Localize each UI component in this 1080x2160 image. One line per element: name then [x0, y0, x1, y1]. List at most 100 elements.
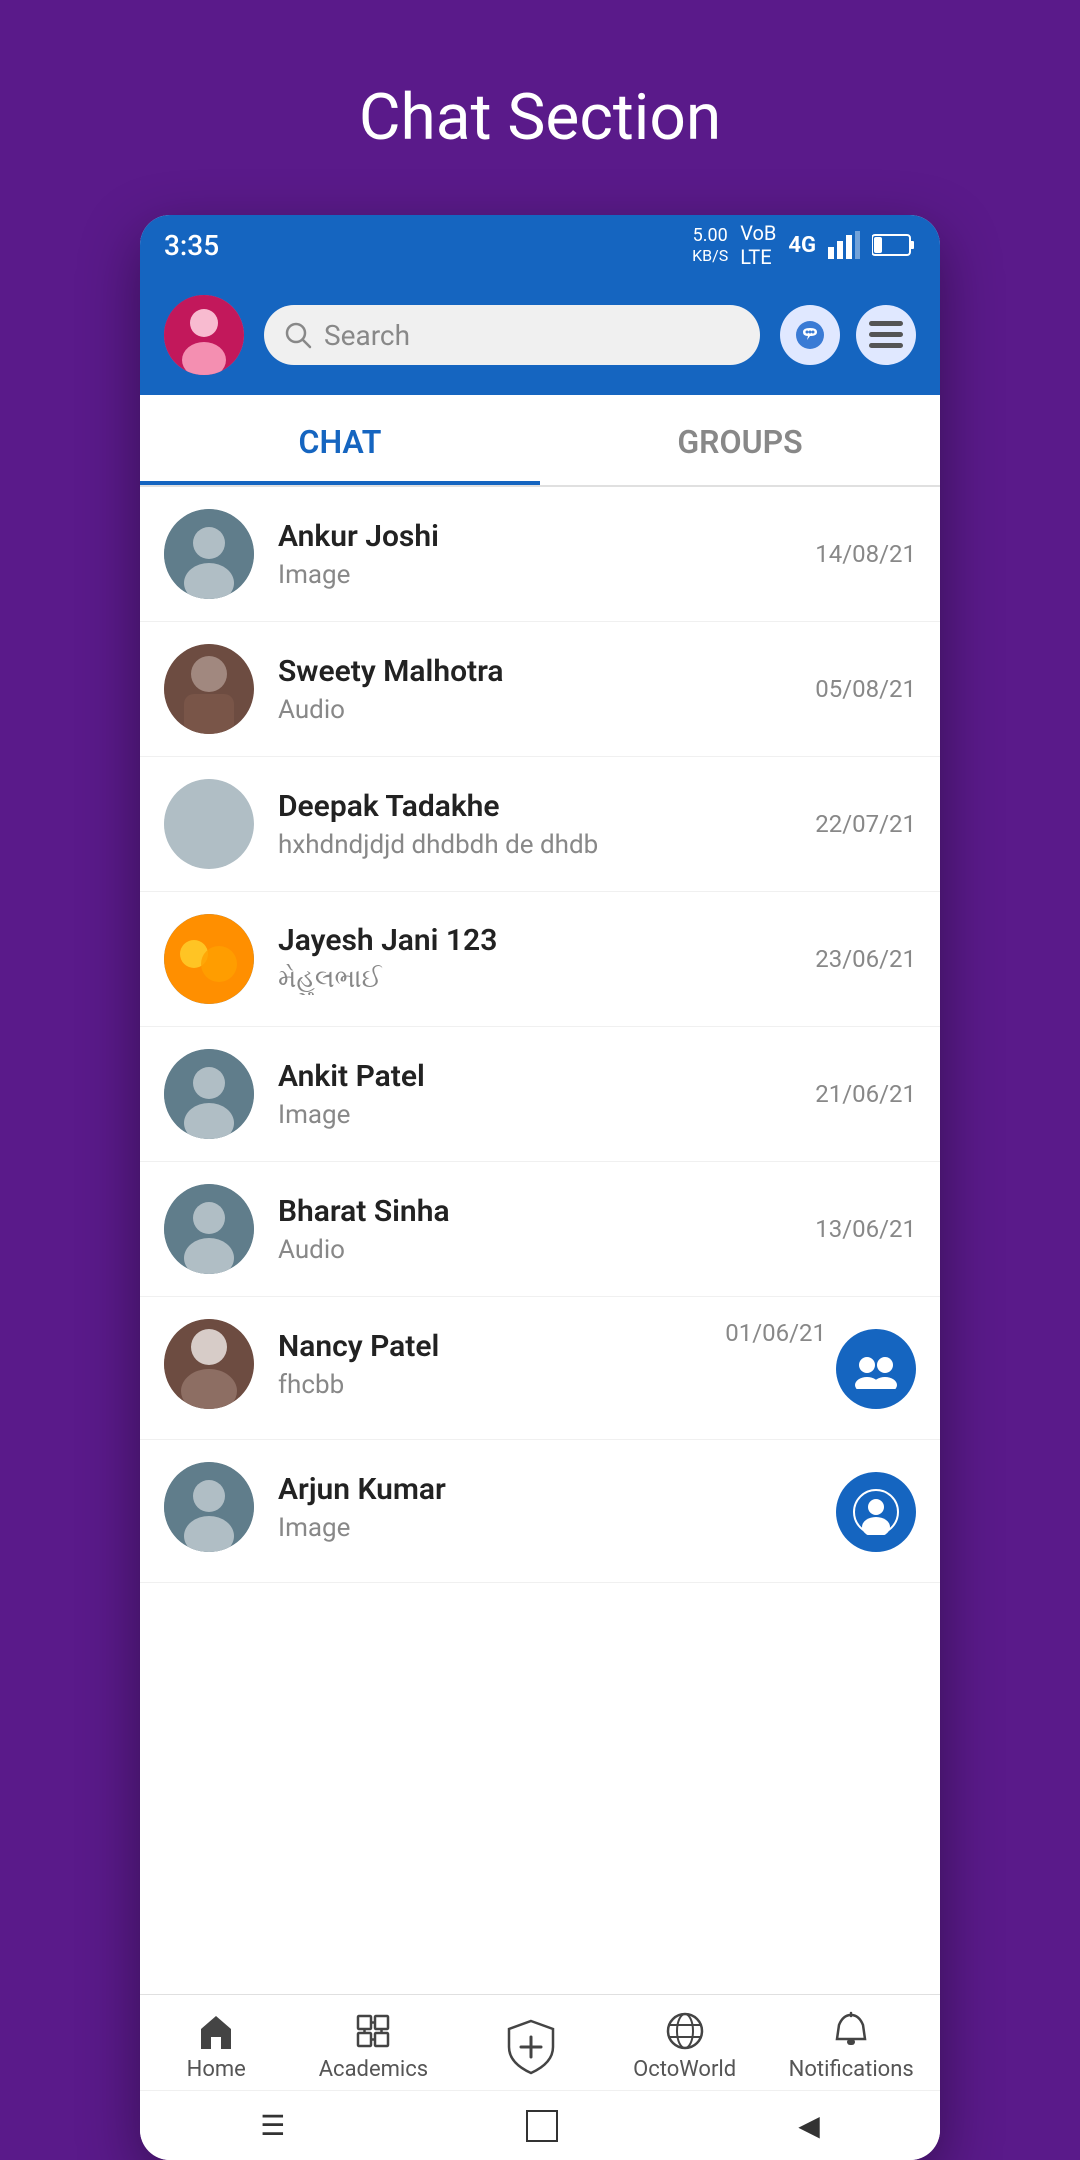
- user-avatar[interactable]: [164, 295, 244, 375]
- avatar: [164, 1049, 254, 1139]
- chat-info: Ankit Patel Image: [278, 1059, 803, 1130]
- list-item[interactable]: Nancy Patel fhcbb 01/06/21: [140, 1297, 940, 1440]
- signal-icon: [828, 231, 860, 259]
- chat-info: Arjun Kumar Image: [278, 1472, 824, 1543]
- avatar-img: [164, 644, 254, 734]
- nav-home[interactable]: Home: [166, 2011, 266, 2082]
- avatar-img: [164, 779, 254, 869]
- chat-preview: fhcbb: [278, 1370, 824, 1400]
- chat-date-person: [836, 1462, 916, 1552]
- message-icon-btn[interactable]: [780, 305, 840, 365]
- nav-academics[interactable]: Academics: [319, 2011, 428, 2082]
- nav-notifications[interactable]: Notifications: [789, 2011, 914, 2082]
- search-bar[interactable]: Search: [264, 305, 760, 365]
- page-title: Chat Section: [359, 80, 721, 155]
- chat-date: 13/06/21: [815, 1215, 916, 1243]
- nav-notifications-label: Notifications: [789, 2057, 914, 2082]
- chat-date: 21/06/21: [815, 1080, 916, 1108]
- chat-preview: Audio: [278, 695, 803, 725]
- search-placeholder: Search: [324, 319, 410, 352]
- chat-name: Ankit Patel: [278, 1059, 803, 1094]
- list-item[interactable]: Arjun Kumar Image: [140, 1440, 940, 1583]
- home-icon: [196, 2011, 236, 2051]
- chat-preview: Audio: [278, 1235, 803, 1265]
- chat-date: 14/08/21: [815, 540, 916, 568]
- chat-preview: મેહુલભાઈ: [278, 964, 803, 995]
- speed-indicator: 5.00 KB/S: [692, 225, 728, 266]
- chat-preview: Image: [278, 560, 803, 590]
- search-icon: [284, 321, 312, 349]
- 4g-icon: 4G: [788, 233, 816, 258]
- tab-groups[interactable]: GROUPS: [540, 395, 940, 485]
- chat-list: Ankur Joshi Image 14/08/21 Sweety Malhot…: [140, 487, 940, 1994]
- avatar: [164, 914, 254, 1004]
- list-item[interactable]: Bharat Sinha Audio 13/06/21: [140, 1162, 940, 1297]
- header-actions: [780, 305, 916, 365]
- chat-name: Deepak Tadakhe: [278, 789, 803, 824]
- chat-name: Ankur Joshi: [278, 519, 803, 554]
- academics-icon: [353, 2011, 393, 2051]
- avatar: [164, 1462, 254, 1552]
- avatar: [164, 644, 254, 734]
- list-item[interactable]: Sweety Malhotra Audio 05/08/21: [140, 622, 940, 757]
- globe-icon: [665, 2011, 705, 2051]
- message-icon: [793, 318, 827, 352]
- status-icons: 5.00 KB/S VoBLTE 4G: [692, 221, 916, 269]
- list-item[interactable]: Deepak Tadakhe hxhdndjdjd dhdbdh de dhdb…: [140, 757, 940, 892]
- chat-info: Sweety Malhotra Audio: [278, 654, 803, 725]
- phone-frame: 3:35 5.00 KB/S VoBLTE 4G: [140, 215, 940, 2160]
- android-back-icon[interactable]: ◀: [798, 2109, 820, 2142]
- person-icon: [164, 509, 254, 599]
- nav-academics-label: Academics: [319, 2057, 428, 2082]
- list-item[interactable]: Ankur Joshi Image 14/08/21: [140, 487, 940, 622]
- avatar-img: [164, 914, 254, 1004]
- android-menu-icon[interactable]: ☰: [260, 2109, 285, 2142]
- tabs-bar: CHAT GROUPS: [140, 395, 940, 487]
- android-home-icon[interactable]: [526, 2110, 558, 2142]
- network-indicator: VoBLTE: [740, 221, 776, 269]
- chat-name: Arjun Kumar: [278, 1472, 824, 1507]
- avatar: [164, 509, 254, 599]
- bottom-nav: Home Academics: [140, 1994, 940, 2090]
- person-icon: [164, 1049, 254, 1139]
- menu-icon-btn[interactable]: [856, 305, 916, 365]
- add-shield-icon: [501, 2017, 561, 2077]
- chat-name: Jayesh Jani 123: [278, 923, 803, 958]
- battery-icon: [872, 233, 916, 257]
- person-icon: [164, 1462, 254, 1552]
- nav-add[interactable]: [481, 2017, 581, 2077]
- chat-name: Sweety Malhotra: [278, 654, 803, 689]
- person-icon: [164, 1184, 254, 1274]
- bell-icon: [831, 2011, 871, 2051]
- tab-chat[interactable]: CHAT: [140, 395, 540, 485]
- chat-info: Bharat Sinha Audio: [278, 1194, 803, 1265]
- fab-group-button[interactable]: [836, 1329, 916, 1409]
- chat-date: 01/06/21: [725, 1319, 826, 1347]
- chat-date: 22/07/21: [815, 810, 916, 838]
- group-icon: [851, 1349, 901, 1389]
- chat-info: Ankur Joshi Image: [278, 519, 803, 590]
- chat-preview: hxhdndjdjd dhdbdh de dhdb: [278, 830, 803, 860]
- nav-octoworld[interactable]: OctoWorld: [633, 2011, 736, 2082]
- chat-name: Bharat Sinha: [278, 1194, 803, 1229]
- list-item[interactable]: Ankit Patel Image 21/06/21: [140, 1027, 940, 1162]
- android-nav-bar: ☰ ◀: [140, 2090, 940, 2160]
- chat-preview: Image: [278, 1100, 803, 1130]
- hamburger-icon: [869, 321, 903, 349]
- chat-date: 23/06/21: [815, 945, 916, 973]
- avatar: [164, 779, 254, 869]
- add-person-icon: [853, 1489, 899, 1535]
- list-item[interactable]: Jayesh Jani 123 મેહુલભાઈ 23/06/21: [140, 892, 940, 1027]
- nav-octoworld-label: OctoWorld: [633, 2057, 736, 2082]
- nav-home-label: Home: [187, 2057, 246, 2082]
- app-header: Search: [140, 275, 940, 395]
- chat-date: 05/08/21: [815, 675, 916, 703]
- avatar: [164, 1319, 254, 1409]
- chat-info: Jayesh Jani 123 મેહુલભાઈ: [278, 923, 803, 995]
- avatar: [164, 1184, 254, 1274]
- chat-preview: Image: [278, 1513, 824, 1543]
- chat-date-group: 01/06/21: [836, 1319, 916, 1409]
- chat-info: Deepak Tadakhe hxhdndjdjd dhdbdh de dhdb: [278, 789, 803, 860]
- fab-person-button[interactable]: [836, 1472, 916, 1552]
- status-time: 3:35: [164, 229, 219, 262]
